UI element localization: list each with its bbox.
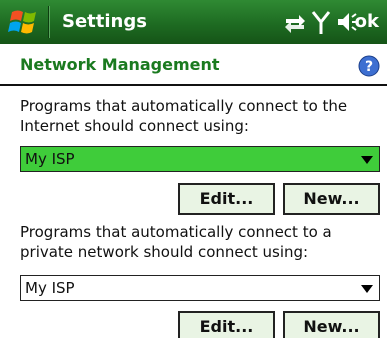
private-description: Programs that automatically connect to a… — [20, 223, 332, 261]
title-divider — [48, 6, 49, 38]
page-title: Network Management — [20, 55, 220, 74]
ok-button[interactable]: ok — [355, 10, 379, 34]
private-dropdown-value: My ISP — [25, 279, 75, 297]
private-edit-button[interactable]: Edit... — [178, 311, 275, 338]
svg-text:?: ? — [365, 59, 373, 75]
private-connection-dropdown[interactable]: My ISP — [20, 275, 380, 301]
internet-new-button[interactable]: New... — [283, 183, 380, 215]
private-new-button[interactable]: New... — [283, 311, 380, 338]
internet-connection-dropdown[interactable]: My ISP — [20, 146, 380, 172]
help-icon[interactable]: ? — [358, 55, 380, 77]
connectivity-icon[interactable] — [283, 8, 307, 36]
internet-dropdown-value: My ISP — [25, 150, 75, 168]
chevron-down-icon — [361, 285, 373, 293]
chevron-down-icon — [361, 156, 373, 164]
internet-description: Programs that automatically connect to t… — [20, 97, 348, 135]
windows-start-icon[interactable] — [4, 4, 46, 40]
title-bar: Settings ok — [0, 0, 387, 44]
signal-icon[interactable] — [311, 8, 331, 36]
app-title: Settings — [62, 11, 147, 32]
page-header: Network Management ? — [0, 44, 387, 86]
internet-edit-button[interactable]: Edit... — [178, 183, 275, 215]
